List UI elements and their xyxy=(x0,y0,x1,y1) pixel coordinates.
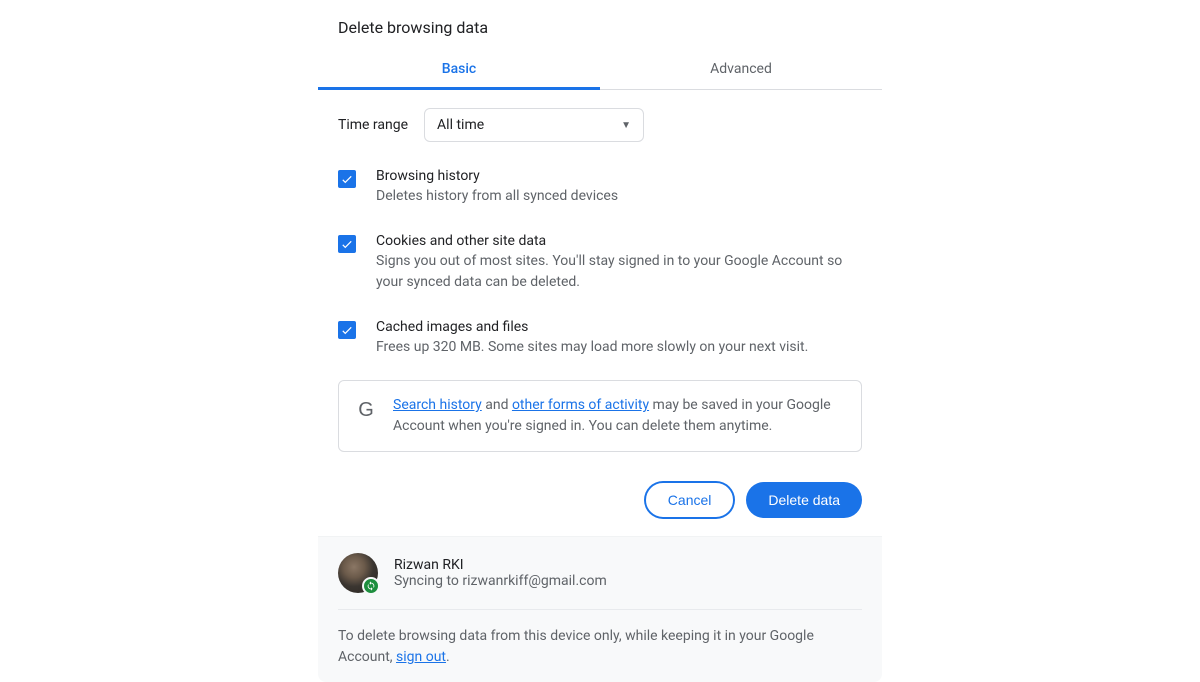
cancel-button[interactable]: Cancel xyxy=(645,482,735,518)
time-range-label: Time range xyxy=(338,117,408,133)
dialog-title: Delete browsing data xyxy=(318,14,882,51)
google-icon: G xyxy=(355,399,377,421)
sync-badge-icon xyxy=(362,577,380,595)
option-desc: Frees up 320 MB. Some sites may load mor… xyxy=(376,337,862,358)
option-text: Cookies and other site data Signs you ou… xyxy=(376,233,862,293)
profile-sync-status: Syncing to rizwanrkiff@gmail.com xyxy=(394,573,862,589)
tab-advanced[interactable]: Advanced xyxy=(600,51,882,89)
tabs: Basic Advanced xyxy=(318,51,882,90)
option-text: Cached images and files Frees up 320 MB.… xyxy=(376,319,862,358)
checkbox-browsing-history[interactable] xyxy=(338,170,356,188)
other-activity-link[interactable]: other forms of activity xyxy=(512,397,649,413)
delete-browsing-data-dialog: Delete browsing data Basic Advanced Time… xyxy=(318,14,882,682)
check-icon xyxy=(340,172,354,186)
search-history-link[interactable]: Search history xyxy=(393,397,482,413)
checkbox-cookies[interactable] xyxy=(338,235,356,253)
option-title: Cached images and files xyxy=(376,319,862,335)
avatar-wrap xyxy=(338,553,378,593)
profile-text: Rizwan RKI Syncing to rizwanrkiff@gmail.… xyxy=(394,557,862,589)
profile-name: Rizwan RKI xyxy=(394,557,862,573)
google-account-info-box: G Search history and other forms of acti… xyxy=(338,380,862,452)
dialog-body: Time range All time ▼ Browsing history D… xyxy=(318,90,882,460)
delete-data-button[interactable]: Delete data xyxy=(746,482,862,518)
chevron-down-icon: ▼ xyxy=(621,120,631,131)
dialog-footer: Rizwan RKI Syncing to rizwanrkiff@gmail.… xyxy=(318,536,882,682)
sync-icon xyxy=(366,581,376,591)
option-title: Browsing history xyxy=(376,168,862,184)
time-range-row: Time range All time ▼ xyxy=(338,108,862,142)
option-desc: Signs you out of most sites. You'll stay… xyxy=(376,251,862,293)
option-desc: Deletes history from all synced devices xyxy=(376,186,862,207)
option-text: Browsing history Deletes history from al… xyxy=(376,168,862,207)
checkbox-cache[interactable] xyxy=(338,321,356,339)
tab-basic[interactable]: Basic xyxy=(318,51,600,89)
dialog-actions: Cancel Delete data xyxy=(318,460,882,536)
footer-note: To delete browsing data from this device… xyxy=(318,610,882,682)
option-title: Cookies and other site data xyxy=(376,233,862,249)
check-icon xyxy=(340,323,354,337)
profile-row: Rizwan RKI Syncing to rizwanrkiff@gmail.… xyxy=(318,537,882,609)
option-cookies: Cookies and other site data Signs you ou… xyxy=(338,233,862,293)
option-browsing-history: Browsing history Deletes history from al… xyxy=(338,168,862,207)
time-range-value: All time xyxy=(437,117,484,133)
info-text: Search history and other forms of activi… xyxy=(393,395,845,437)
sign-out-link[interactable]: sign out xyxy=(396,649,446,665)
time-range-select[interactable]: All time ▼ xyxy=(424,108,644,142)
check-icon xyxy=(340,237,354,251)
option-cache: Cached images and files Frees up 320 MB.… xyxy=(338,319,862,358)
